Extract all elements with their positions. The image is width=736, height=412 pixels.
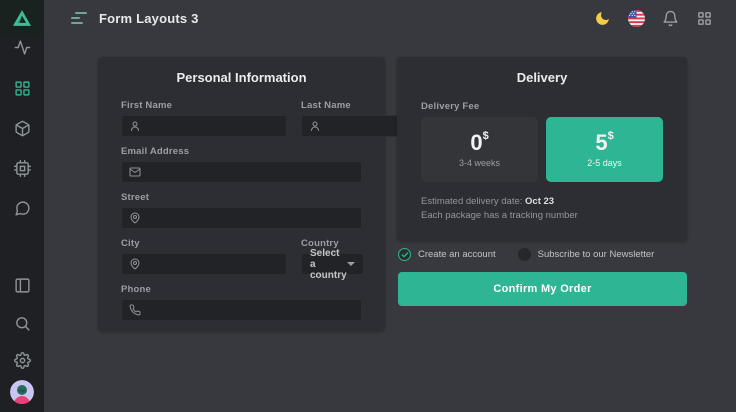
email-input[interactable] <box>147 167 354 178</box>
sidebar-settings[interactable] <box>10 348 34 372</box>
city-input[interactable] <box>147 259 279 270</box>
sidebar-item-components[interactable] <box>10 116 34 140</box>
currency-symbol: $ <box>483 130 489 142</box>
phone-field-box <box>121 299 362 321</box>
checkbox-unchecked-icon <box>518 248 531 261</box>
app-logo[interactable] <box>0 0 44 36</box>
sidebar-search[interactable] <box>10 311 34 335</box>
pin-icon <box>129 258 141 270</box>
estimated-date-value: Oct 23 <box>525 196 554 207</box>
street-field-box <box>121 207 362 229</box>
logo-triangle-icon <box>13 10 31 26</box>
delivery-fee-label: Delivery Fee <box>421 101 663 112</box>
gear-icon <box>14 352 31 369</box>
create-account-checkbox[interactable]: Create an account <box>398 248 496 261</box>
cube-icon <box>14 120 31 137</box>
newsletter-checkbox[interactable]: Subscribe to our Newsletter <box>518 248 655 261</box>
first-name-field-box <box>121 115 287 137</box>
theme-toggle[interactable] <box>592 8 612 28</box>
sidebar-toggle-panel[interactable] <box>10 273 34 297</box>
option-price: 0$ <box>470 132 488 154</box>
chat-icon <box>14 200 31 217</box>
us-flag-icon <box>628 10 645 27</box>
currency-symbol: $ <box>608 130 614 142</box>
tracking-note: Each package has a tracking number <box>421 209 663 223</box>
search-icon <box>14 315 31 332</box>
grid-icon <box>14 80 31 97</box>
option-duration: 2-5 days <box>587 158 622 168</box>
menu-toggle-icon[interactable] <box>71 12 87 24</box>
moon-icon <box>594 10 611 27</box>
activity-icon <box>14 39 31 56</box>
newsletter-label: Subscribe to our Newsletter <box>538 249 655 260</box>
country-selected-value: Select a country <box>310 248 347 281</box>
order-options-row: Create an account Subscribe to our Newsl… <box>398 248 688 261</box>
apps-menu-button[interactable] <box>694 8 714 28</box>
phone-label: Phone <box>121 284 362 295</box>
country-select[interactable]: Select a country <box>301 253 364 275</box>
option-price: 5$ <box>595 132 613 154</box>
personal-info-title: Personal Information <box>121 70 362 85</box>
notifications-button[interactable] <box>660 8 680 28</box>
sidebar-item-layouts[interactable] <box>10 76 34 100</box>
delivery-title: Delivery <box>421 70 663 85</box>
phone-icon <box>129 304 141 316</box>
delivery-option-express[interactable]: 5$ 2-5 days <box>546 117 663 182</box>
delivery-option-standard[interactable]: 0$ 3-4 weeks <box>421 117 538 182</box>
delivery-notes: Estimated delivery date: Oct 23 Each pac… <box>421 195 663 223</box>
first-name-input[interactable] <box>147 121 279 132</box>
layout-panel-icon <box>14 277 31 294</box>
delivery-card: Delivery Delivery Fee 0$ 3-4 weeks 5$ 2-… <box>397 57 687 241</box>
pin-icon <box>129 212 141 224</box>
header-actions <box>592 8 714 28</box>
chevron-down-icon <box>347 262 355 266</box>
sidebar <box>0 0 44 412</box>
page-title: Form Layouts 3 <box>99 11 199 26</box>
avatar-image <box>10 380 34 404</box>
city-label: City <box>121 238 287 249</box>
city-field-box <box>121 253 287 275</box>
phone-input[interactable] <box>147 305 354 316</box>
bell-icon <box>662 10 679 27</box>
email-field-box <box>121 161 362 183</box>
confirm-order-button[interactable]: Confirm My Order <box>398 272 687 306</box>
street-input[interactable] <box>147 213 354 224</box>
envelope-icon <box>129 166 141 178</box>
sidebar-item-hardware[interactable] <box>10 156 34 180</box>
street-label: Street <box>121 192 362 203</box>
language-selector[interactable] <box>626 8 646 28</box>
city-country-row: City Country Select a country <box>121 238 362 275</box>
option-duration: 3-4 weeks <box>459 158 500 168</box>
first-name-label: First Name <box>121 100 287 111</box>
name-row: First Name Last Name <box>121 100 362 137</box>
person-icon <box>129 120 141 132</box>
sidebar-item-messages[interactable] <box>10 196 34 220</box>
header: Form Layouts 3 <box>44 0 736 36</box>
grid-apps-icon <box>696 10 713 27</box>
checkbox-checked-icon <box>398 248 411 261</box>
estimated-date-line: Estimated delivery date: Oct 23 <box>421 195 663 209</box>
sidebar-item-activity[interactable] <box>10 35 34 59</box>
create-account-label: Create an account <box>418 249 496 260</box>
user-avatar[interactable] <box>10 380 34 404</box>
cpu-icon <box>14 160 31 177</box>
personal-information-card: Personal Information First Name Last Nam… <box>98 57 385 331</box>
app-window: Form Layouts 3 <box>0 0 736 412</box>
email-label: Email Address <box>121 146 362 157</box>
delivery-options: 0$ 3-4 weeks 5$ 2-5 days <box>421 117 663 182</box>
person-icon <box>309 120 321 132</box>
